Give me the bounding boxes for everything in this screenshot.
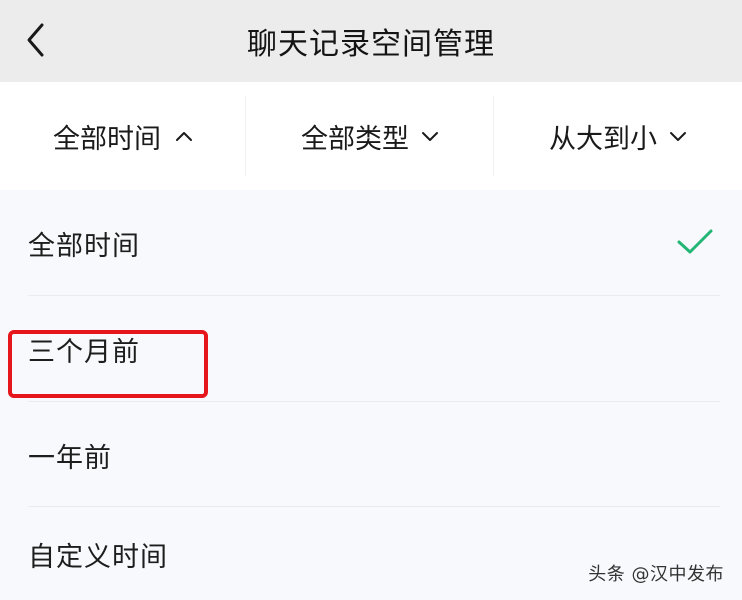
option-three-months-ago[interactable]: 三个月前 (0, 296, 742, 402)
chat-storage-screen: 聊天记录空间管理 全部时间 全部类型 从大到小 全部时间 三个月前 一年前 自定… (0, 0, 742, 600)
option-all-time[interactable]: 全部时间 (0, 190, 742, 296)
top-bar: 聊天记录空间管理 (0, 0, 742, 82)
time-options-list: 全部时间 三个月前 一年前 自定义时间 (0, 190, 742, 600)
chevron-down-icon (421, 130, 439, 142)
option-label: 三个月前 (28, 336, 140, 368)
filter-bar: 全部时间 全部类型 从大到小 (0, 82, 742, 190)
time-filter-label: 全部时间 (53, 123, 161, 155)
divider (28, 506, 720, 507)
order-filter-dropdown[interactable]: 从大到小 (494, 82, 742, 190)
chevron-down-icon (669, 130, 687, 142)
option-label: 全部时间 (28, 230, 140, 262)
option-custom-time[interactable]: 自定义时间 (0, 508, 742, 600)
page-title: 聊天记录空间管理 (247, 27, 495, 62)
type-filter-dropdown[interactable]: 全部类型 (246, 82, 494, 190)
checkmark-icon (677, 229, 713, 254)
option-one-year-ago[interactable]: 一年前 (0, 402, 742, 508)
chevron-up-icon (175, 130, 193, 142)
time-filter-dropdown[interactable]: 全部时间 (0, 82, 246, 190)
order-filter-label: 从大到小 (549, 123, 657, 155)
option-label: 自定义时间 (28, 541, 168, 573)
option-label: 一年前 (28, 442, 112, 474)
back-button[interactable] (18, 20, 54, 60)
chevron-left-icon (27, 23, 44, 57)
watermark: 头条 @汉中发布 (588, 564, 724, 585)
type-filter-label: 全部类型 (301, 123, 409, 155)
